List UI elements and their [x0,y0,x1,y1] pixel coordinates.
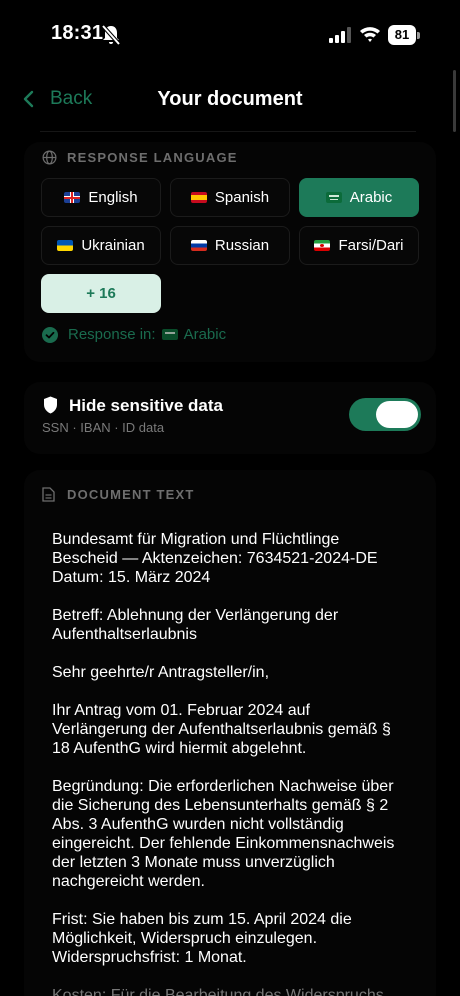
ukraine-flag-icon [57,240,74,251]
shield-icon [44,396,57,414]
language-label: Arabic [349,189,393,206]
sensitive-data-card: Hide sensitive data SSN · IBAN · ID data [24,382,436,454]
document-paragraph: Betreff: Ablehnung der Verlängerung der … [52,607,339,643]
check-circle-icon [42,326,58,343]
nav-divider [40,131,416,132]
saudi-flag-icon [325,192,342,203]
response-language-card: RESPONSE LANGUAGE English Spanish Arabic [24,142,436,362]
language-label: Spanish [214,189,270,206]
iran-flag-icon [314,240,331,251]
toggle-knob [376,401,418,428]
navigation-bar: Back Your document [0,80,460,120]
language-grid: English Spanish Arabic Ukrainian Russian… [41,178,420,265]
document-text-card: DOCUMENT TEXT Bundesamt für Migration un… [24,470,436,996]
language-label: Ukrainian [81,237,145,254]
document-paragraph: Frist: Sie haben bis zum 15. April 2024 … [52,911,352,966]
language-option-ukrainian[interactable]: Ukrainian [41,226,161,265]
battery-icon: 81 [388,25,420,45]
language-label: English [88,189,138,206]
wifi-icon [360,27,380,42]
language-label: Farsi/Dari [338,237,404,254]
status-time: 18:31 [51,22,104,44]
page-title: Your document [157,88,303,110]
document-paragraph: Bundesamt für Migration und Flüchtlinge … [52,531,378,586]
language-option-spanish[interactable]: Spanish [170,178,290,217]
battery-level: 81 [388,25,416,45]
status-bar: 18:31 81 [0,0,460,70]
sensitive-data-title: Hide sensitive data [69,396,224,415]
hide-sensitive-toggle[interactable] [349,398,421,431]
section-title: RESPONSE LANGUAGE [67,150,238,165]
section-title: DOCUMENT TEXT [67,487,195,502]
response-language-heading: RESPONSE LANGUAGE [42,150,238,165]
language-option-russian[interactable]: Russian [170,226,290,265]
document-text: Bundesamt für Migration und Flüchtlinge … [52,530,412,996]
language-option-arabic[interactable]: Arabic [299,178,419,217]
russia-flag-icon [190,240,207,251]
uk-flag-icon [64,192,81,203]
spain-flag-icon [190,192,207,203]
saudi-flag-icon [161,329,178,340]
document-icon [42,487,55,502]
bell-slash-icon [101,24,121,46]
document-paragraph: Begründung: Die erforderlichen Nachweise… [52,778,395,890]
more-languages-button[interactable]: + 16 [41,274,161,313]
response-value: Arabic [183,326,227,343]
document-text-heading: DOCUMENT TEXT [42,487,195,502]
sensitive-data-subtitle: SSN · IBAN · ID data [42,420,165,435]
document-paragraph: Kosten: Für die Bearbeitung des Widerspr… [52,987,384,996]
language-option-english[interactable]: English [41,178,161,217]
cellular-signal-icon [329,27,351,43]
document-paragraph: Ihr Antrag vom 01. Februar 2024 auf Verl… [52,702,391,757]
response-prefix: Response in: [68,326,156,343]
document-paragraph: Sehr geehrte/r Antragsteller/in, [52,664,270,681]
response-language-status: Response in: Arabic [42,326,226,343]
language-option-farsi-dari[interactable]: Farsi/Dari [299,226,419,265]
language-label: Russian [214,237,270,254]
globe-icon [42,150,57,165]
